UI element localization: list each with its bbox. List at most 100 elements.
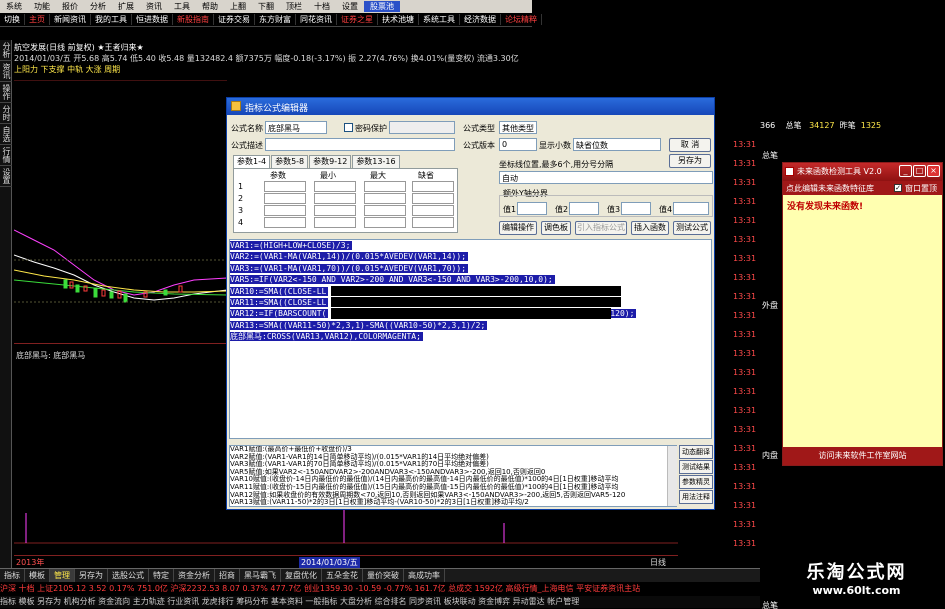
menu-item[interactable]: 设置 — [336, 1, 364, 12]
quick-toolbar-item[interactable]: 我的工具 — [91, 14, 132, 25]
left-tab[interactable]: 自选 — [0, 124, 12, 145]
bottom-tab[interactable]: 五朵金花 — [322, 569, 363, 582]
value4-input[interactable] — [673, 202, 709, 215]
formula-version-input[interactable]: 0 — [499, 138, 537, 151]
left-tab[interactable]: 资讯 — [0, 61, 12, 82]
quick-toolbar-item[interactable]: 切换 — [0, 14, 25, 25]
param-cell-input[interactable] — [314, 181, 356, 192]
value2-input[interactable] — [569, 202, 599, 215]
bottom-tab[interactable]: 招商 — [215, 569, 240, 582]
password-checkbox[interactable] — [344, 123, 353, 132]
formula-type-select[interactable]: 其他类型 — [499, 121, 537, 134]
param-cell-input[interactable] — [364, 217, 406, 228]
quick-toolbar-item[interactable]: 论坛精粹 — [501, 14, 542, 25]
password-input[interactable] — [389, 121, 455, 134]
bottom-tab[interactable]: 管理 — [50, 569, 75, 582]
bottom-tab[interactable]: 指标 — [0, 569, 25, 582]
param-cell-input[interactable] — [264, 205, 306, 216]
axis-position-input[interactable]: 自动 — [499, 171, 713, 184]
quick-toolbar-item[interactable]: 新闻资讯 — [50, 14, 91, 25]
visit-website-link[interactable]: 访问未来软件工作室网站 — [783, 447, 942, 465]
edit-feature-library-link[interactable]: 点此编辑未来函数特征库 — [786, 184, 874, 193]
param-cell-input[interactable] — [314, 193, 356, 204]
menu-item[interactable]: 上翻 — [224, 1, 252, 12]
tab-param-5-8[interactable]: 参数5-8 — [271, 155, 309, 168]
test-result-button[interactable]: 测试结果 — [679, 460, 713, 474]
menu-item[interactable]: 分析 — [84, 1, 112, 12]
palette-button[interactable]: 调色板 — [541, 221, 571, 235]
ff-titlebar[interactable]: 未来函数检测工具 V2.0 _ □ × — [783, 163, 942, 181]
formula-code-editor[interactable]: VAR1:=(HIGH+LOW+CLOSE)/3; VAR2:=(VAR1-MA(… — [229, 239, 712, 439]
edit-operation-button[interactable]: 编辑操作 — [499, 221, 537, 235]
left-tab[interactable]: 分时 — [0, 103, 12, 124]
quick-toolbar-item[interactable]: 系统工具 — [419, 14, 460, 25]
import-formula-button[interactable]: 引入指标公式 — [575, 221, 627, 235]
param-cell-input[interactable] — [412, 217, 454, 228]
quick-toolbar-item[interactable]: 扶术池塘 — [378, 14, 419, 25]
bottom-tab[interactable]: 模板 — [25, 569, 50, 582]
left-tab[interactable]: 行情 — [0, 145, 12, 166]
menu-item[interactable]: 报价 — [56, 1, 84, 12]
param-cell-input[interactable] — [364, 193, 406, 204]
param-cell-input[interactable] — [412, 181, 454, 192]
quick-toolbar-item[interactable]: 恒进数据 — [132, 14, 173, 25]
usage-notes-button[interactable]: 用法注释 — [679, 490, 713, 504]
topmost-checkbox[interactable]: ✓ — [894, 184, 902, 192]
menu-item[interactable]: 功能 — [28, 1, 56, 12]
menu-item[interactable]: 下翻 — [252, 1, 280, 12]
quick-toolbar-item[interactable]: 东方财富 — [255, 14, 296, 25]
left-tab[interactable]: 分析 — [0, 40, 12, 61]
param-cell-input[interactable] — [264, 181, 306, 192]
quick-toolbar-item[interactable]: 经济数据 — [460, 14, 501, 25]
main-kline-chart[interactable] — [14, 80, 227, 343]
menu-item[interactable]: 十档 — [308, 1, 336, 12]
param-wizard-button[interactable]: 参数精灵 — [679, 475, 713, 489]
param-cell-input[interactable] — [364, 205, 406, 216]
bottom-tab[interactable]: 选股公式 — [108, 569, 149, 582]
close-icon[interactable]: × — [927, 165, 940, 177]
test-formula-button[interactable]: 测试公式 — [673, 221, 711, 235]
menu-item[interactable]: 帮助 — [196, 1, 224, 12]
bottom-tab[interactable]: 黑马霸飞 — [240, 569, 281, 582]
quick-toolbar-item[interactable]: 证券之星 — [337, 14, 378, 25]
tab-param-9-12[interactable]: 参数9-12 — [309, 155, 352, 168]
formula-desc-input[interactable] — [265, 138, 455, 151]
tab-param-13-16[interactable]: 参数13-16 — [352, 155, 400, 168]
insert-function-button[interactable]: 插入函数 — [631, 221, 669, 235]
dialog-titlebar[interactable]: 指标公式编辑器 — [227, 98, 714, 115]
param-cell-input[interactable] — [264, 193, 306, 204]
param-cell-input[interactable] — [364, 181, 406, 192]
bottom-tab[interactable]: 资金分析 — [174, 569, 215, 582]
minimize-icon[interactable]: _ — [899, 165, 912, 177]
quick-toolbar-item[interactable]: 主页 — [25, 14, 50, 25]
param-cell-input[interactable] — [314, 217, 356, 228]
quick-toolbar-item[interactable]: 新股指南 — [173, 14, 214, 25]
menu-item[interactable]: 股票池 — [364, 1, 400, 12]
tab-param-1-4[interactable]: 参数1-4 — [233, 155, 271, 168]
param-cell-input[interactable] — [412, 205, 454, 216]
bottom-tab[interactable]: 另存为 — [75, 569, 108, 582]
cancel-button[interactable]: 取 消 — [669, 138, 711, 152]
left-tab[interactable]: 操作 — [0, 82, 12, 103]
bottom-tab[interactable]: 高成功率 — [404, 569, 445, 582]
param-cell-input[interactable] — [412, 193, 454, 204]
value1-input[interactable] — [517, 202, 547, 215]
save-as-button[interactable]: 另存为 — [669, 154, 711, 168]
menu-item[interactable]: 资讯 — [140, 1, 168, 12]
display-decimals-select[interactable]: 缺省位数 — [573, 138, 661, 151]
param-cell-input[interactable] — [314, 205, 356, 216]
menu-item[interactable]: 系统 — [0, 1, 28, 12]
param-cell-input[interactable] — [264, 217, 306, 228]
formula-name-input[interactable]: 底部黑马 — [265, 121, 327, 134]
bottom-tab[interactable]: 复盘优化 — [281, 569, 322, 582]
quick-toolbar-item[interactable]: 同花资讯 — [296, 14, 337, 25]
menu-item[interactable]: 扩展 — [112, 1, 140, 12]
value3-input[interactable] — [621, 202, 651, 215]
dynamic-translate-button[interactable]: 动态翻译 — [679, 445, 713, 459]
notes-scrollbar[interactable] — [667, 446, 677, 506]
quick-toolbar-item[interactable]: 证券交易 — [214, 14, 255, 25]
menu-item[interactable]: 顶栏 — [280, 1, 308, 12]
left-tab[interactable]: 设置 — [0, 166, 12, 187]
maximize-icon[interactable]: □ — [913, 165, 926, 177]
bottom-tab[interactable]: 特定 — [149, 569, 174, 582]
